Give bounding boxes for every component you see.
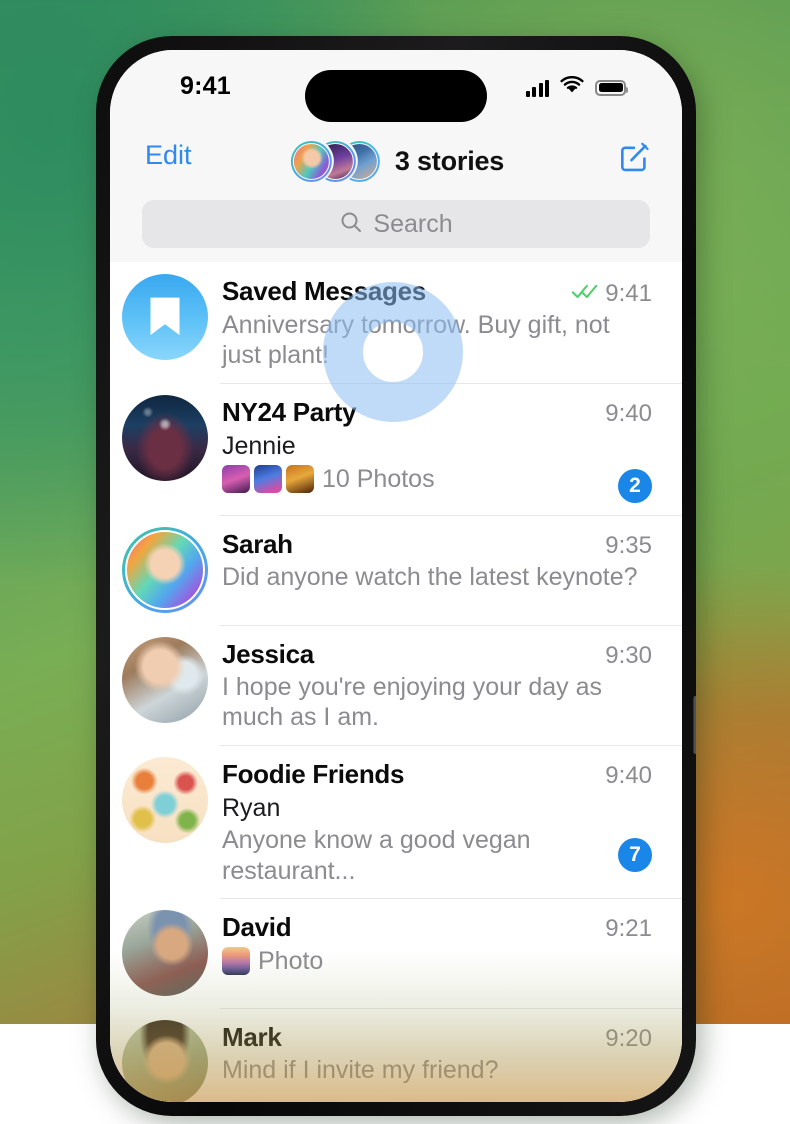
chat-row[interactable]: Foodie Friends 9:40 Ryan Anyone know a g… <box>110 745 682 899</box>
chat-title: Sarah <box>222 529 293 560</box>
chat-time: 9:41 <box>605 280 652 308</box>
chat-meta: 9:40 <box>595 400 652 428</box>
phone-mockup: 9:41 Edit <box>96 36 696 1116</box>
chat-meta: 9:21 <box>595 915 652 943</box>
chat-preview: Did anyone watch the latest keynote? <box>222 562 652 593</box>
photo-thumbnail <box>222 465 250 493</box>
battery-full-icon <box>595 80 626 96</box>
chat-attachment-preview: Photo <box>222 946 652 977</box>
chat-sender: Ryan <box>222 793 652 824</box>
chat-title: Jessica <box>222 639 314 670</box>
unread-badge: 2 <box>618 469 652 503</box>
phone-side-button[interactable] <box>693 696 696 754</box>
chat-row[interactable]: Jessica 9:30 I hope you're enjoying your… <box>110 625 682 745</box>
phone-screen: 9:41 Edit <box>110 50 682 1102</box>
chat-row[interactable]: Mark 9:20 Mind if I invite my friend? <box>110 1008 682 1102</box>
status-bar-icons <box>526 76 627 99</box>
chat-preview: Anyone know a good vegan restaurant... <box>222 825 618 886</box>
chat-row[interactable]: Saved Messages 9:41 <box>110 262 682 383</box>
avatar[interactable] <box>122 527 208 613</box>
chat-time: 9:35 <box>605 532 652 560</box>
chat-meta: 9:40 <box>595 762 652 790</box>
navigation-bar: Edit <box>110 122 682 200</box>
chat-time: 9:40 <box>605 400 652 428</box>
chat-title: Mark <box>222 1022 282 1053</box>
chat-meta: 9:35 <box>595 532 652 560</box>
chat-row[interactable]: David 9:21 Photo <box>110 898 682 1008</box>
search-input[interactable]: Search <box>142 200 650 248</box>
bookmark-icon <box>145 294 185 340</box>
status-bar: 9:41 <box>110 50 682 122</box>
chat-list[interactable]: Saved Messages 9:41 <box>110 262 682 1102</box>
photo-thumbnails <box>222 465 314 493</box>
chat-time: 9:30 <box>605 642 652 670</box>
chat-meta: 9:20 <box>595 1025 652 1053</box>
edit-button[interactable]: Edit <box>145 140 192 171</box>
chat-row[interactable]: NY24 Party 9:40 Jennie <box>110 383 682 515</box>
wifi-icon <box>560 76 584 99</box>
avatar[interactable] <box>122 274 208 360</box>
chat-title: Foodie Friends <box>222 759 404 790</box>
story-avatar-1[interactable] <box>288 138 334 184</box>
dynamic-island <box>305 70 487 122</box>
avatar[interactable] <box>122 910 208 996</box>
photo-thumbnail <box>222 947 250 975</box>
cellular-bars-icon <box>526 79 550 97</box>
chat-time: 9:40 <box>605 762 652 790</box>
chat-preview: Mind if I invite my friend? <box>222 1055 652 1086</box>
chat-sender: Jennie <box>222 431 652 462</box>
chat-time: 9:21 <box>605 915 652 943</box>
attachment-label: 10 Photos <box>322 464 435 495</box>
avatar[interactable] <box>122 395 208 481</box>
photo-thumbnail <box>286 465 314 493</box>
stories-count-label: 3 stories <box>395 146 504 177</box>
avatar[interactable] <box>122 757 208 843</box>
chat-meta: 9:30 <box>595 642 652 670</box>
chat-preview: I hope you're enjoying your day as much … <box>222 672 652 733</box>
compose-icon[interactable] <box>618 140 652 179</box>
unread-badge: 7 <box>618 838 652 872</box>
phone-bezel: 9:41 Edit <box>96 36 696 1116</box>
status-bar-time: 9:41 <box>180 72 231 101</box>
search-icon <box>339 210 363 239</box>
stories-avatar-stack <box>288 138 384 184</box>
avatar[interactable] <box>122 1020 208 1102</box>
read-double-check-icon <box>571 282 599 305</box>
avatar[interactable] <box>122 637 208 723</box>
search-placeholder-text: Search <box>373 210 452 239</box>
search-bar-container: Search <box>110 200 682 262</box>
attachment-label: Photo <box>258 946 323 977</box>
avatar-image <box>125 530 205 610</box>
chat-title: Saved Messages <box>222 276 426 307</box>
photo-thumbnail <box>254 465 282 493</box>
chat-title: David <box>222 912 291 943</box>
stories-button[interactable]: 3 stories <box>288 138 504 184</box>
chat-preview: Anniversary tomorrow. Buy gift, not just… <box>222 310 652 371</box>
chat-meta: 9:41 <box>561 280 652 308</box>
chat-title: NY24 Party <box>222 397 356 428</box>
chat-time: 9:20 <box>605 1025 652 1053</box>
chat-row[interactable]: Sarah 9:35 Did anyone watch the latest k… <box>110 515 682 625</box>
